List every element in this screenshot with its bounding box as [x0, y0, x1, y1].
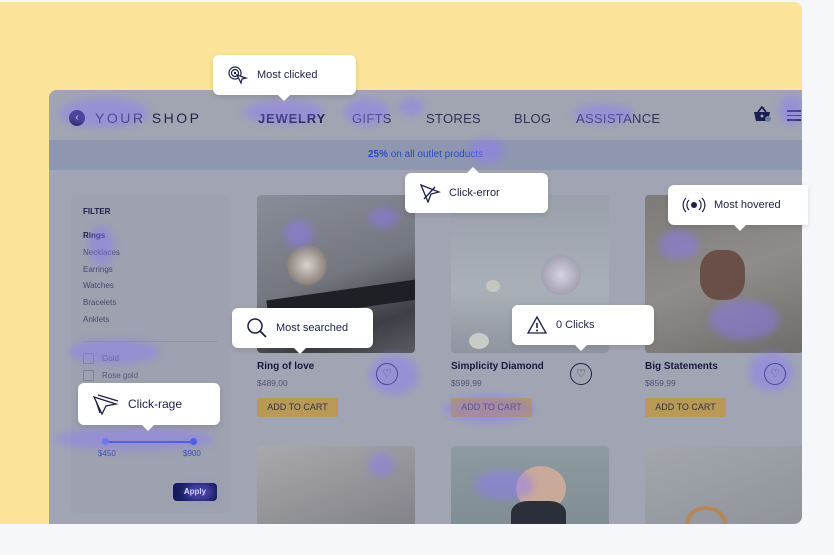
material-label: Gold	[102, 354, 119, 363]
tooltip-label: Most searched	[276, 322, 349, 334]
filter-divider	[83, 341, 217, 342]
add-to-cart-button[interactable]: ADD TO CART	[645, 398, 726, 417]
nav-jewelry[interactable]: JEWELRY	[258, 111, 326, 126]
filter-category[interactable]: Watches	[83, 281, 120, 298]
warning-icon	[526, 315, 548, 334]
tooltip-click-rage: Click-rage	[78, 383, 220, 431]
promo-discount: 25%	[367, 149, 388, 160]
price-slider-track[interactable]	[104, 441, 194, 443]
tooltip-label: Click-error	[449, 187, 500, 199]
tooltip-zero-clicks: 0 Clicks	[512, 305, 654, 351]
promo-banner[interactable]: 25% on all outlet products	[49, 140, 802, 170]
favorite-heart-icon[interactable]: ♡	[764, 363, 786, 385]
hamburger-menu-icon[interactable]	[787, 110, 801, 124]
nav-blog[interactable]: BLOG	[514, 111, 551, 126]
logo-text: YOUR SHOP	[95, 110, 202, 126]
checkbox-icon	[83, 370, 94, 381]
filter-category[interactable]: Necklaces	[83, 248, 120, 265]
tooltip-click-error: Click-error	[405, 167, 548, 213]
filter-panel: FILTER Rings Necklaces Earrings Watches …	[71, 195, 229, 513]
product-price: $599,99	[451, 378, 482, 388]
favorite-heart-icon[interactable]: ♡	[376, 363, 398, 385]
filter-category[interactable]: Rings	[83, 231, 120, 248]
cursor-error-icon	[419, 183, 441, 203]
price-slider-min-handle[interactable]	[102, 438, 109, 445]
fingerprint-cursor-icon	[228, 66, 249, 85]
product-price: $859,99	[645, 378, 676, 388]
product-name[interactable]: Big Statements	[645, 361, 718, 372]
product-image[interactable]	[451, 446, 609, 524]
product-name[interactable]: Simplicity Diamond	[451, 361, 544, 372]
checkbox-icon	[83, 353, 94, 364]
product-image[interactable]	[257, 446, 415, 524]
tooltip-label: Click-rage	[128, 397, 183, 411]
material-gold-checkbox[interactable]: Gold	[83, 353, 119, 364]
price-slider-max-handle[interactable]	[190, 438, 197, 445]
material-label: Rose gold	[102, 371, 139, 380]
shop-logo[interactable]: ‹ YOUR SHOP	[69, 110, 202, 126]
tooltip-label: 0 Clicks	[556, 319, 595, 331]
tooltip-most-searched: Most searched	[232, 308, 373, 354]
favorite-heart-icon[interactable]: ♡	[570, 363, 592, 385]
filter-category[interactable]: Bracelets	[83, 298, 120, 315]
logo-icon: ‹	[69, 110, 85, 126]
tooltip-most-clicked: Most clicked	[213, 55, 356, 101]
hover-signal-icon	[682, 197, 706, 213]
tooltip-label: Most hovered	[714, 199, 781, 211]
basket-icon[interactable]	[753, 106, 771, 122]
filter-category[interactable]: Anklets	[83, 315, 120, 332]
multi-cursor-icon	[92, 394, 119, 415]
price-max-label: $900	[183, 449, 201, 458]
nav-stores[interactable]: STORES	[426, 111, 481, 126]
tooltip-label: Most clicked	[257, 69, 318, 81]
filter-title: FILTER	[83, 207, 111, 216]
material-rose-gold-checkbox[interactable]: Rose gold	[83, 370, 138, 381]
apply-button[interactable]: Apply	[173, 483, 217, 501]
product-image[interactable]	[645, 446, 802, 524]
add-to-cart-button[interactable]: ADD TO CART	[451, 398, 532, 417]
filter-category[interactable]: Earrings	[83, 265, 120, 282]
top-nav: ‹ YOUR SHOP JEWELRY GIFTS STORES BLOG AS…	[49, 90, 802, 140]
add-to-cart-button[interactable]: ADD TO CART	[257, 398, 338, 417]
product-name[interactable]: Ring of love	[257, 361, 314, 372]
product-price: $489,00	[257, 378, 288, 388]
nav-assistance[interactable]: ASSISTANCE	[576, 111, 660, 126]
hero-card: ‹ YOUR SHOP JEWELRY GIFTS STORES BLOG AS…	[0, 2, 802, 524]
filter-categories: Rings Necklaces Earrings Watches Bracele…	[83, 231, 120, 332]
tooltip-most-hovered: Most hovered	[668, 185, 808, 231]
search-icon	[247, 318, 267, 338]
shop-preview: ‹ YOUR SHOP JEWELRY GIFTS STORES BLOG AS…	[49, 90, 802, 524]
promo-text: on all outlet products	[387, 149, 484, 160]
price-min-label: $450	[98, 449, 116, 458]
nav-gifts[interactable]: GIFTS	[352, 111, 392, 126]
